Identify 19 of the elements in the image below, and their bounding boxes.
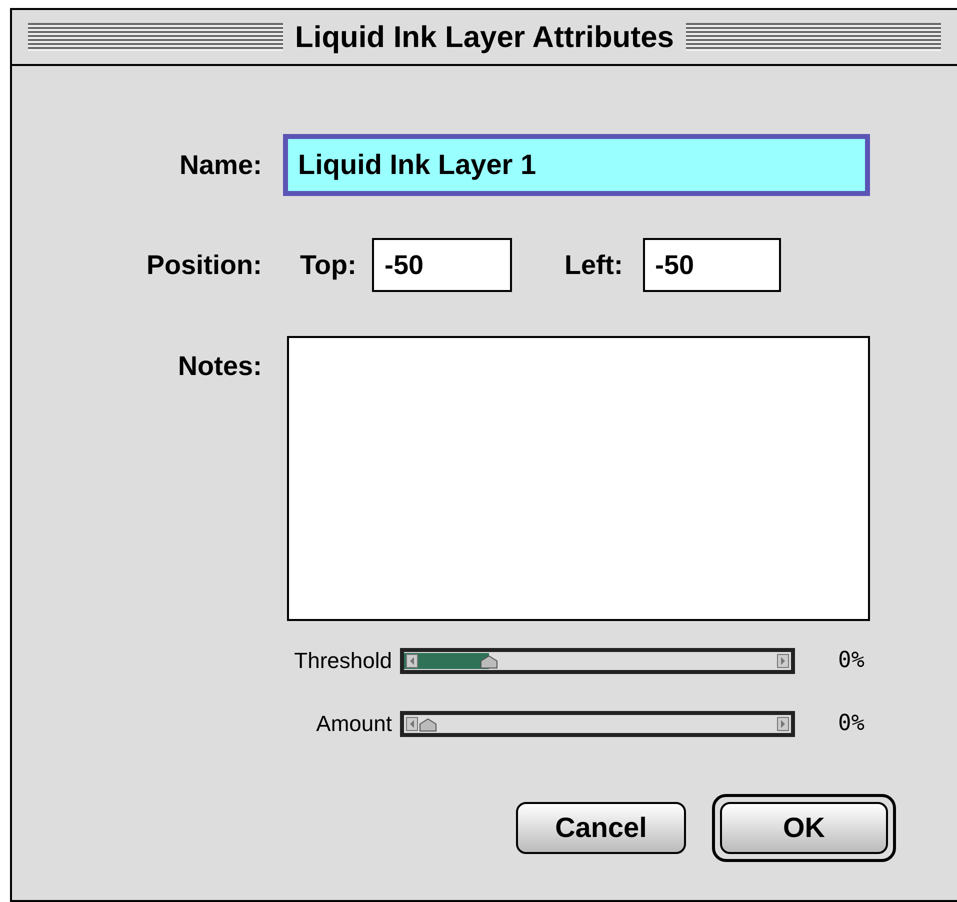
ok-button[interactable]: OK [712, 794, 896, 862]
slider-track[interactable] [400, 710, 795, 736]
field-label: Notes: [178, 350, 262, 383]
slider-label: Amount [316, 710, 392, 738]
field-label: Top: [300, 248, 356, 282]
window-title: Liquid Ink Layer Attributes [294, 20, 675, 56]
slider-label: Threshold [294, 647, 392, 675]
slider-track[interactable] [400, 648, 795, 674]
field-label: Left: [564, 248, 623, 282]
name-field[interactable]: Liquid Ink Layer 1 [283, 134, 870, 196]
top-field[interactable]: -50 [372, 238, 512, 292]
slider-thumb[interactable] [419, 718, 437, 732]
slider-reading: 0% [838, 710, 864, 738]
slider-reading: 0% [838, 647, 864, 675]
cancel-button[interactable]: Cancel [516, 802, 686, 854]
field-label: Position: [146, 248, 262, 282]
notes-field[interactable] [287, 336, 870, 621]
field-label: Name: [179, 148, 262, 182]
left-field[interactable]: -50 [642, 238, 781, 292]
